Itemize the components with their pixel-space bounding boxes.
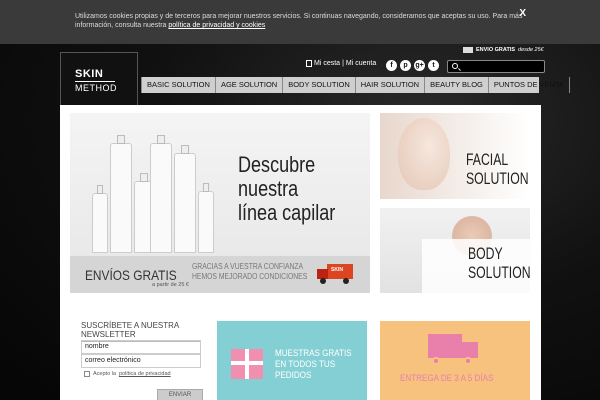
- cookie-text: Utilizamos cookies propias y de terceros…: [75, 13, 523, 29]
- facial-solution-title: FACIAL SOLUTION: [466, 150, 529, 188]
- logo-line-1: SKIN: [75, 67, 104, 80]
- body-title-line-1: BODY: [468, 244, 503, 263]
- name-field[interactable]: nombre: [81, 340, 201, 354]
- free-shipping-suffix: desde 25€: [518, 47, 544, 53]
- free-shipping-label: ENVIO GRATIS: [476, 47, 516, 53]
- promo-message: GRACIAS A VUESTRA CONFIANZA HEMOS MEJORA…: [192, 262, 307, 282]
- cookie-policy-link[interactable]: política de privacidad y cookies: [168, 22, 265, 29]
- hero-line-2: nuestra: [238, 176, 299, 201]
- delivery-time-text: ENTREGA DE 3 A 5 DÍAS: [400, 373, 494, 384]
- delivery-truck-icon: SKIN: [317, 264, 353, 284]
- cart-link[interactable]: Mi cesta: [314, 60, 340, 67]
- social-links: f p g+ t: [386, 60, 439, 71]
- truck-icon: [463, 47, 473, 53]
- promo-message-line-2: HEMOS MEJORADO CONDICIONES: [192, 272, 308, 281]
- free-shipping-note: ENVIO GRATIS desde 25€: [463, 47, 544, 53]
- search-input[interactable]: [447, 60, 545, 73]
- twitter-icon[interactable]: t: [428, 60, 439, 71]
- nav-item-age-solution[interactable]: AGE SOLUTION: [216, 77, 284, 93]
- newsletter-submit-button[interactable]: ENVIAR: [157, 389, 203, 400]
- logo-line-2: METHOD: [75, 80, 117, 93]
- nav-item-body-solution[interactable]: BODY SOLUTION: [283, 77, 356, 93]
- site-logo[interactable]: SKIN METHOD: [60, 52, 138, 108]
- privacy-policy-link[interactable]: política de privacidad: [119, 371, 171, 377]
- body-solution-card[interactable]: BODY SOLUTION: [380, 208, 531, 293]
- promo-message-line-1: GRACIAS A VUESTRA CONFIANZA: [192, 262, 304, 271]
- account-separator: |: [342, 60, 344, 67]
- facial-title-line-1: FACIAL: [466, 150, 509, 169]
- free-samples-text: MUESTRAS GRATIS EN TODOS TUS PEDIDOS: [275, 348, 352, 381]
- cookie-banner: Utilizamos cookies propias y de terceros…: [0, 0, 600, 44]
- cookie-close-button[interactable]: X: [519, 9, 526, 19]
- facial-title-line-2: SOLUTION: [466, 169, 529, 188]
- nav-item-puntos-de-venta[interactable]: PUNTOS DE VENTA: [489, 77, 571, 93]
- email-field[interactable]: correo electrónico: [81, 354, 201, 368]
- promo-big-text: ENVÍOS GRATIS: [85, 266, 177, 283]
- free-samples-tile[interactable]: MUESTRAS GRATIS EN TODOS TUS PEDIDOS: [217, 321, 367, 400]
- nav-item-beauty-blog[interactable]: BEAUTY BLOG: [425, 77, 489, 93]
- googleplus-icon[interactable]: g+: [414, 60, 425, 71]
- nav-item-basic-solution[interactable]: BASIC SOLUTION: [141, 77, 216, 93]
- search-icon[interactable]: [452, 63, 458, 69]
- promo-small-text: a partir de 25 €: [152, 282, 189, 288]
- facebook-icon[interactable]: f: [386, 60, 397, 71]
- gift-icon: [231, 349, 263, 379]
- samples-line-2: EN TODOS TUS: [275, 359, 336, 370]
- body-title-line-2: SOLUTION: [468, 263, 531, 282]
- my-account-link[interactable]: Mi cuenta: [346, 60, 376, 67]
- facial-solution-card[interactable]: FACIAL SOLUTION: [380, 113, 530, 199]
- samples-line-1: MUESTRAS GRATIS: [275, 348, 352, 359]
- samples-line-3: PEDIDOS: [275, 370, 312, 381]
- nav-item-hair-solution[interactable]: HAIR SOLUTION: [356, 77, 426, 93]
- newsletter-title: SUSCRÍBETE A NUESTRA NEWSLETTER: [81, 321, 201, 342]
- free-shipping-banner[interactable]: ENVÍOS GRATIS a partir de 25 € GRACIAS A…: [70, 256, 370, 293]
- truck-icon: [428, 334, 480, 365]
- main-nav: BASIC SOLUTION AGE SOLUTION BODY SOLUTIO…: [141, 77, 571, 93]
- hero-line-1: Descubre: [238, 152, 316, 177]
- account-links: Mi cesta | Mi cuenta: [306, 60, 376, 67]
- hero-banner[interactable]: Descubre nuestra línea capilar: [70, 113, 370, 256]
- privacy-consent: Acepto la política de privacidad: [84, 371, 171, 377]
- privacy-accept-text: Acepto la: [93, 371, 116, 377]
- hero-title: Descubre nuestra línea capilar: [238, 153, 335, 225]
- product-bottles-image: [88, 123, 218, 253]
- pinterest-icon[interactable]: p: [400, 60, 411, 71]
- body-solution-title: BODY SOLUTION: [468, 244, 531, 282]
- truck-label: SKIN: [331, 267, 343, 273]
- privacy-checkbox[interactable]: [84, 371, 90, 377]
- face-image: [398, 118, 450, 190]
- delivery-time-tile[interactable]: ENTREGA DE 3 A 5 DÍAS: [380, 321, 530, 400]
- shopping-bag-icon: [306, 60, 312, 67]
- hero-line-3: línea capilar: [238, 200, 336, 225]
